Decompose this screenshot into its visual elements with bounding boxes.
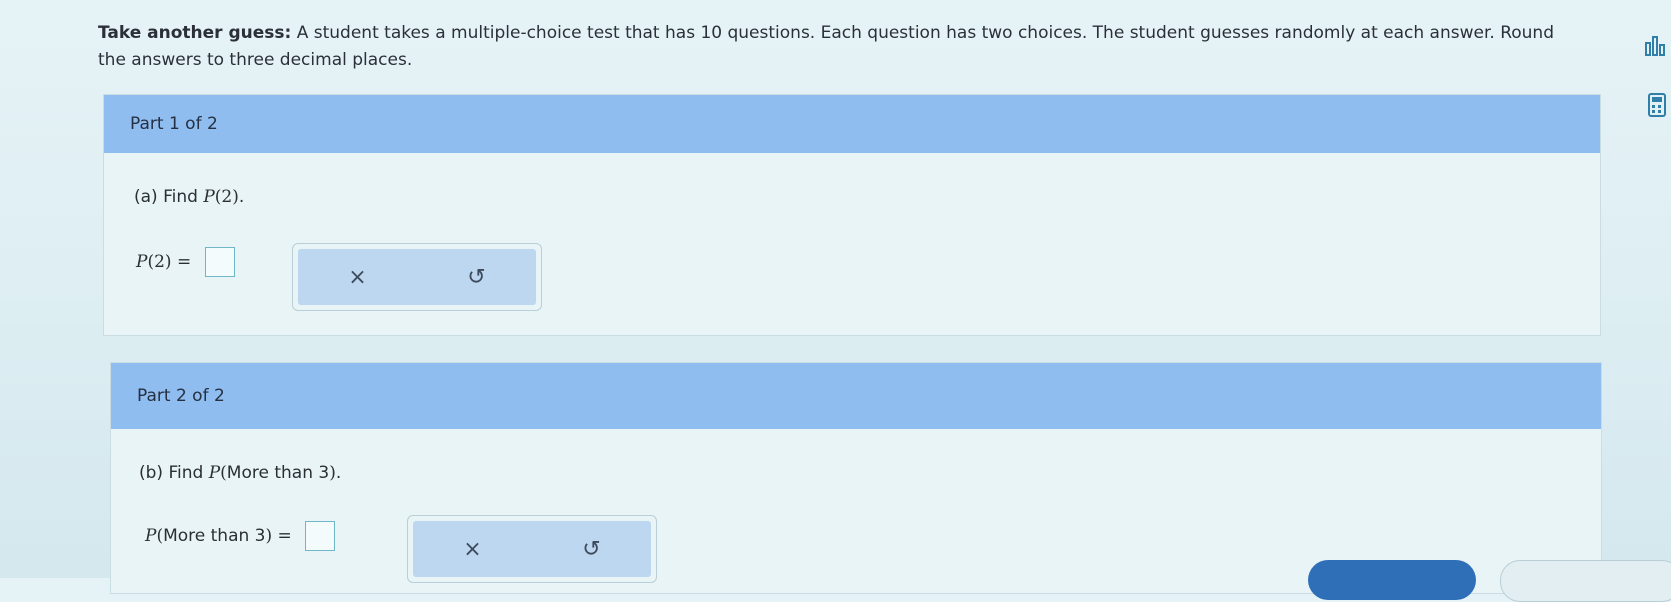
part-1-header: Part 1 of 2 [104, 95, 1600, 153]
part-1-prompt-func: P [203, 187, 215, 207]
question-intro: Take another guess: A student takes a mu… [98, 20, 1558, 74]
part-2-prompt-arg: More than 3 [226, 463, 330, 483]
part-1-equals: = [176, 252, 192, 272]
part-2-answer-func: P [145, 526, 157, 546]
calculator-icon[interactable] [1642, 90, 1671, 120]
part-1-answer-func: P [136, 252, 148, 272]
part-1-prompt: (a) Find P(2). [134, 187, 245, 207]
part-1-prompt-prefix: (a) Find [134, 187, 204, 207]
part-2-header: Part 2 of 2 [111, 363, 1601, 429]
part-2-answer-arg: More than 3 [163, 526, 266, 546]
part-1-answer-toolbar: × ↺ [292, 243, 542, 311]
part-1-answer-row: P(2) = [136, 247, 235, 277]
part-2-prompt-suffix: . [335, 463, 342, 483]
part-1-undo-button[interactable]: ↺ [447, 265, 507, 290]
part-2-undo-button[interactable]: ↺ [562, 537, 622, 562]
part-2-prompt-func: P [208, 463, 221, 483]
part-2-equals: = [277, 526, 292, 546]
part-2-prompt-prefix: (b) Find [139, 463, 209, 483]
part-2-header-label: Part 2 of 2 [137, 386, 225, 406]
check-answer-button[interactable] [1308, 560, 1476, 600]
part-1-clear-button[interactable]: × [328, 265, 388, 290]
part-1-answer-input[interactable] [204, 247, 235, 277]
secondary-button[interactable] [1500, 560, 1671, 602]
part-2-clear-button[interactable]: × [443, 537, 503, 562]
part-1-prompt-arg: 2 [221, 187, 233, 207]
part-1-prompt-suffix: . [238, 187, 245, 207]
intro-text: A student takes a multiple-choice test t… [98, 23, 1554, 70]
part-1-panel: Part 1 of 2 (a) Find P(2). P(2) = × ↺ [103, 94, 1601, 336]
part-2-answer-row: P(More than 3) = [145, 521, 336, 551]
part-2-answer-input[interactable] [305, 521, 336, 551]
part-1-answer-arg: 2 [154, 252, 165, 272]
part-2-answer-toolbar: × ↺ [407, 515, 657, 583]
intro-bold-lead: Take another guess: [98, 23, 292, 43]
part-1-header-label: Part 1 of 2 [130, 114, 218, 134]
data-chart-icon[interactable] [1640, 30, 1670, 60]
part-2-prompt: (b) Find P(More than 3). [139, 463, 342, 483]
